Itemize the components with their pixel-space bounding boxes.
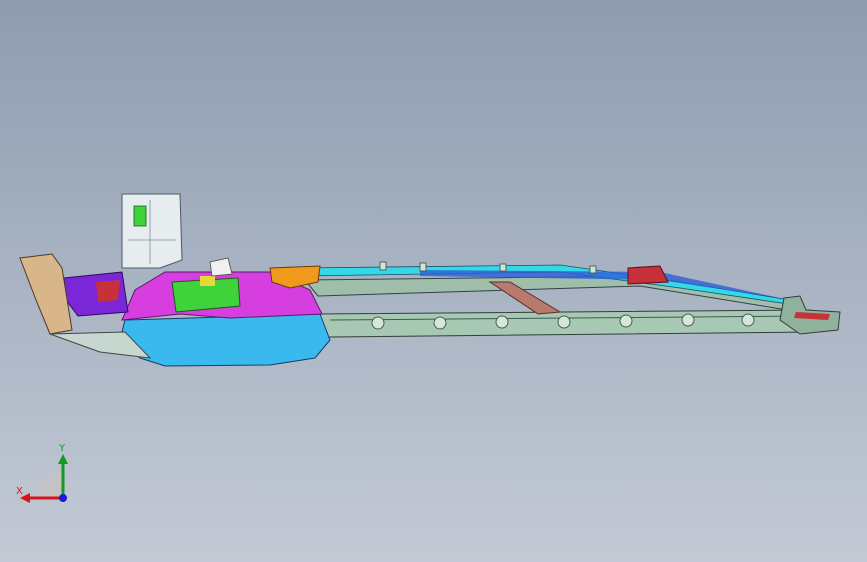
cad-viewport[interactable]: X Y xyxy=(0,0,867,562)
y-axis-label: Y xyxy=(59,443,66,454)
floor-tub-blue xyxy=(119,313,331,367)
rear-bracket xyxy=(627,265,669,285)
red-front-bracket xyxy=(96,280,120,302)
xyz-axis-triad-icon xyxy=(20,454,68,503)
tower-green-detail xyxy=(133,205,147,227)
tan-front-section xyxy=(19,253,73,335)
underbody-model[interactable] xyxy=(0,0,867,562)
x-axis-label: X xyxy=(16,486,23,497)
yellow-detail xyxy=(200,276,215,286)
triad-quadrant-shape xyxy=(37,472,63,498)
z-axis-dot xyxy=(59,494,67,502)
car-underbody-assembly-icon xyxy=(19,193,841,367)
tub-top-bracket xyxy=(209,257,233,277)
vertical-tower xyxy=(121,193,183,269)
y-axis-arrow xyxy=(58,454,68,464)
axis-triad: X Y xyxy=(10,440,80,510)
